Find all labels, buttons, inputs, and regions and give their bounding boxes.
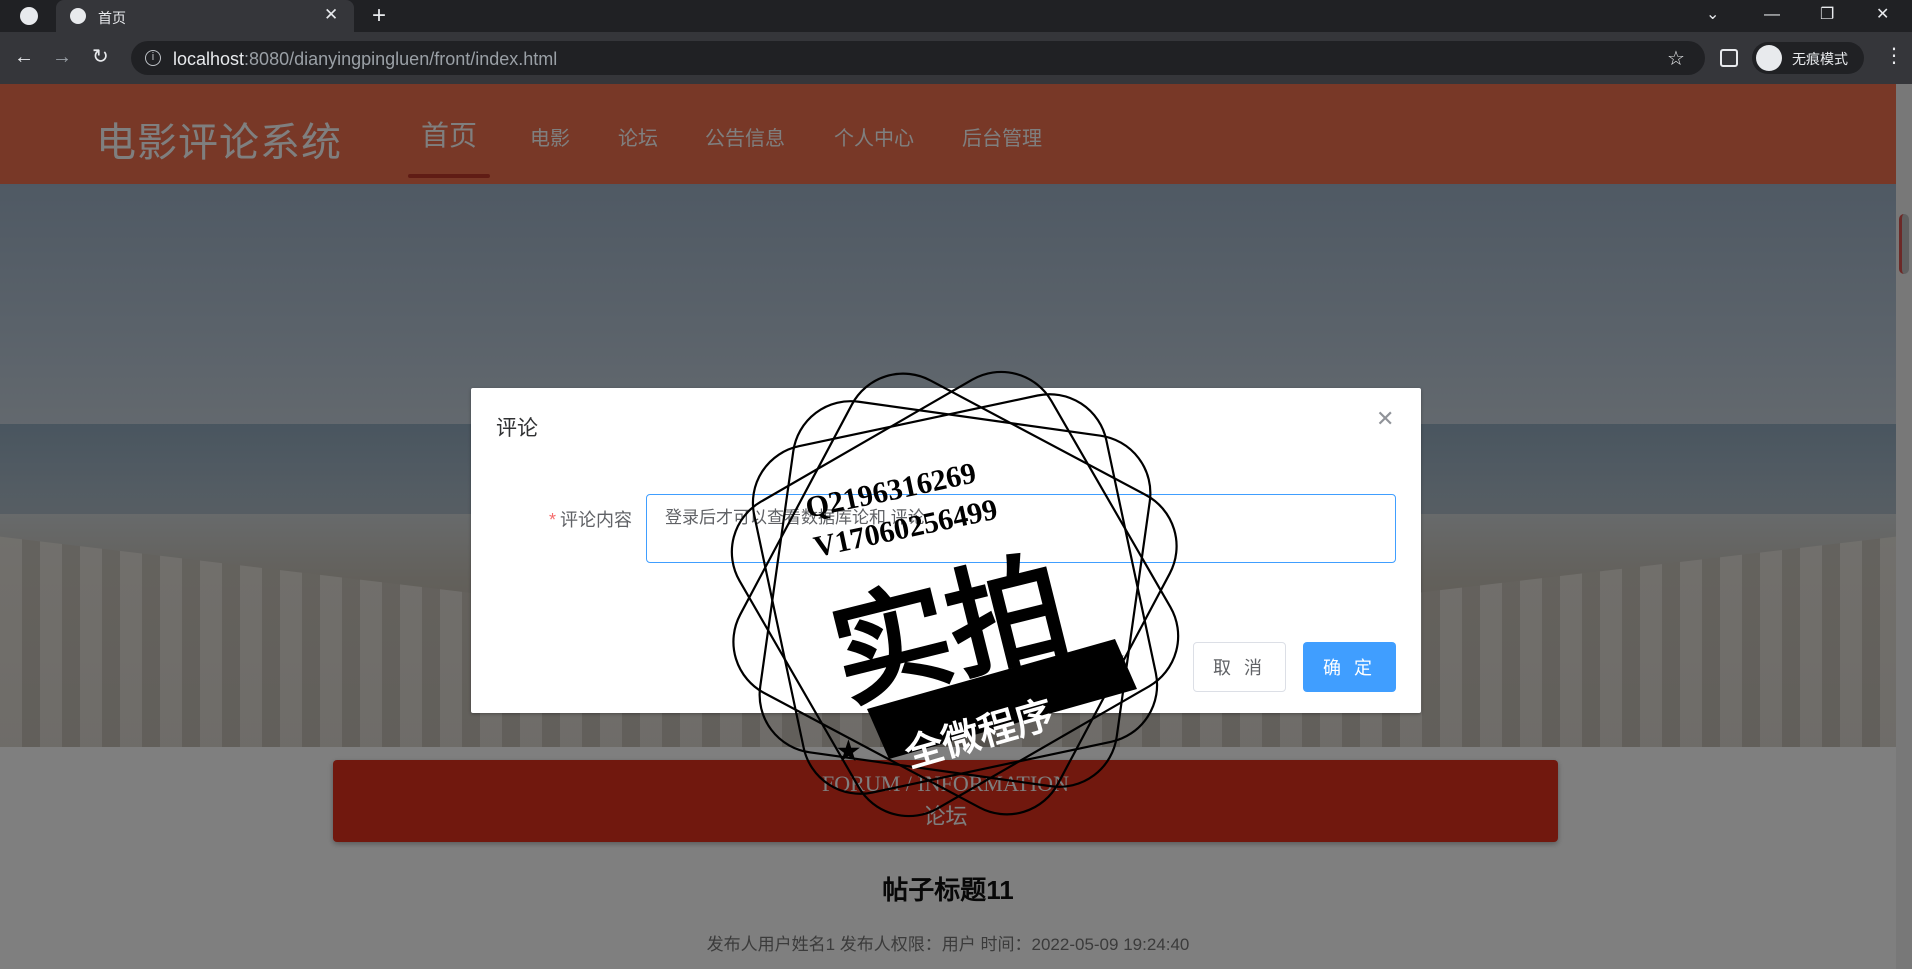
- dialog-title: 评论: [496, 417, 538, 440]
- close-icon[interactable]: ✕: [1376, 408, 1394, 430]
- minimize-icon[interactable]: —: [1764, 4, 1780, 26]
- globe-icon: [70, 8, 86, 24]
- new-tab-icon[interactable]: +: [372, 2, 386, 30]
- forward-icon[interactable]: →: [52, 46, 72, 68]
- incognito-icon: [1756, 45, 1782, 71]
- reload-icon[interactable]: ↻: [92, 46, 109, 68]
- extension-icon[interactable]: [1720, 49, 1738, 67]
- incognito-badge[interactable]: 无痕模式: [1752, 42, 1864, 74]
- comment-field-label: * 评论内容: [549, 506, 632, 532]
- info-icon[interactable]: i: [145, 50, 161, 66]
- browser-tab[interactable]: 首页 ✕: [56, 0, 354, 32]
- browser-tab-bar: 首页 ✕ + ⌄ — ❐ ✕: [0, 0, 1912, 32]
- chevron-down-icon[interactable]: ⌄: [1706, 4, 1719, 26]
- comment-textarea[interactable]: 登录后才可以查看数据库论和 评论: [646, 494, 1396, 563]
- address-bar: ← → ↻ i localhost:8080/dianyingpingluen/…: [0, 32, 1912, 84]
- comment-field-label-text: 评论内容: [560, 510, 633, 530]
- star-icon[interactable]: ☆: [1667, 46, 1685, 71]
- confirm-button[interactable]: 确 定: [1303, 642, 1396, 692]
- cancel-button[interactable]: 取 消: [1193, 642, 1286, 692]
- url-path: :8080/dianyingpingluen/front/index.html: [244, 49, 558, 69]
- comment-dialog: 评论 ✕ * 评论内容 登录后才可以查看数据库论和 评论 取 消 确 定: [471, 388, 1421, 713]
- menu-icon[interactable]: ⋮: [1884, 44, 1904, 68]
- page-viewport: 电影评论系统 首页 电影 论坛 公告信息 个人中心 后台管理 FORUM / I…: [0, 84, 1912, 969]
- close-icon[interactable]: ✕: [324, 5, 338, 25]
- restore-icon[interactable]: ❐: [1820, 4, 1834, 26]
- tab-title: 首页: [98, 10, 126, 26]
- back-icon[interactable]: ←: [14, 46, 34, 68]
- incognito-label: 无痕模式: [1792, 51, 1848, 67]
- required-marker: *: [549, 510, 557, 530]
- url-text: localhost:8080/dianyingpingluen/front/in…: [173, 49, 557, 70]
- url-host: localhost: [173, 49, 245, 69]
- globe-icon[interactable]: [20, 7, 38, 25]
- url-input[interactable]: i localhost:8080/dianyingpingluen/front/…: [131, 41, 1705, 75]
- window-close-icon[interactable]: ✕: [1876, 4, 1889, 26]
